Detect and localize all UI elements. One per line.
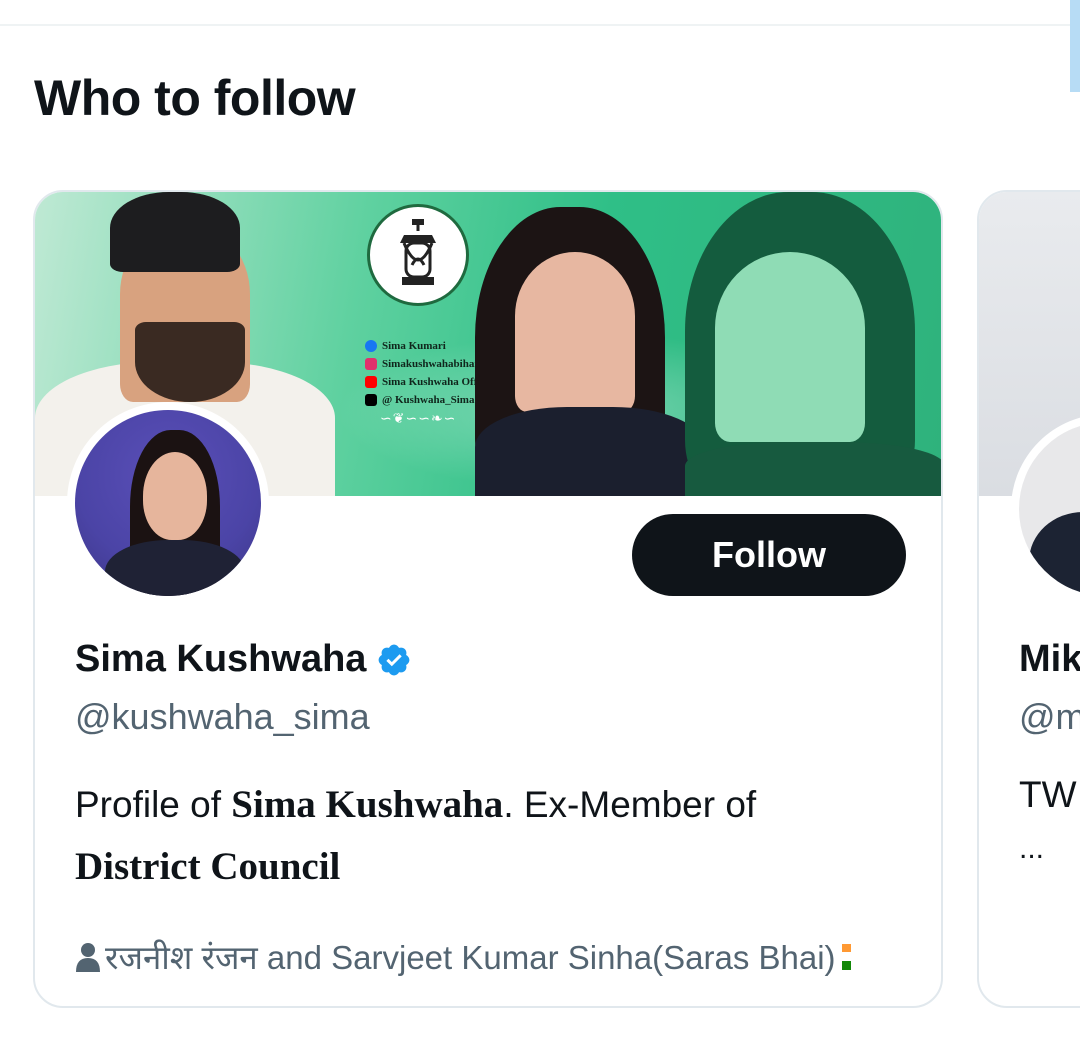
top-divider bbox=[0, 24, 1080, 26]
social-facebook: Sima Kumari bbox=[382, 340, 446, 352]
youtube-icon bbox=[365, 376, 377, 388]
banner-woman1-body bbox=[475, 407, 705, 496]
person-icon bbox=[76, 942, 100, 972]
verified-badge-icon bbox=[379, 644, 410, 675]
bio-ellipsis-next: ... bbox=[1019, 832, 1045, 865]
banner-man-beard bbox=[135, 322, 245, 402]
display-name[interactable]: Sima Kushwaha bbox=[75, 638, 366, 681]
banner-woman1-face bbox=[515, 252, 635, 412]
flourish-ornament: ∽❦∽∽❧∽ bbox=[380, 410, 457, 426]
social-x: @ Kushwaha_Sima bbox=[382, 394, 475, 406]
instagram-icon bbox=[365, 358, 377, 370]
banner-woman2-body bbox=[685, 442, 941, 496]
facebook-icon bbox=[365, 340, 377, 352]
follow-button[interactable]: Follow bbox=[632, 514, 906, 596]
avatar-ring[interactable] bbox=[67, 402, 269, 604]
name-row[interactable]: Sima Kushwaha bbox=[75, 638, 412, 681]
followed-by-text: रजनीश रंजन and Sarvjeet Kumar Sinha(Sara… bbox=[105, 939, 836, 976]
banner-man-hair bbox=[110, 192, 240, 272]
scroll-accent bbox=[1070, 0, 1080, 92]
user-handle[interactable]: @kushwaha_sima bbox=[75, 696, 370, 738]
section-title: Who to follow bbox=[34, 70, 356, 126]
lantern-icon bbox=[367, 204, 469, 306]
social-instagram: Simakushwahabihar bbox=[382, 358, 480, 370]
display-name-next[interactable]: Mik bbox=[1019, 638, 1080, 681]
user-bio: Profile of Sima Kushwaha. Ex-Member of D… bbox=[75, 783, 757, 888]
india-flag-icon bbox=[841, 943, 851, 970]
user-handle-next[interactable]: @m bbox=[1019, 696, 1080, 738]
banner-woman2-face bbox=[715, 252, 865, 442]
user-bio-next: TW bbox=[1019, 774, 1077, 815]
user-card-next[interactable]: Mik @m TW ... bbox=[977, 190, 1080, 1008]
followed-by[interactable]: रजनीश रंजन and Sarvjeet Kumar Sinha(Sara… bbox=[75, 934, 925, 979]
avatar[interactable] bbox=[75, 410, 261, 596]
x-icon bbox=[365, 394, 377, 406]
user-card[interactable]: Sima Kumari Simakushwahabihar Sima Kushw… bbox=[33, 190, 943, 1008]
